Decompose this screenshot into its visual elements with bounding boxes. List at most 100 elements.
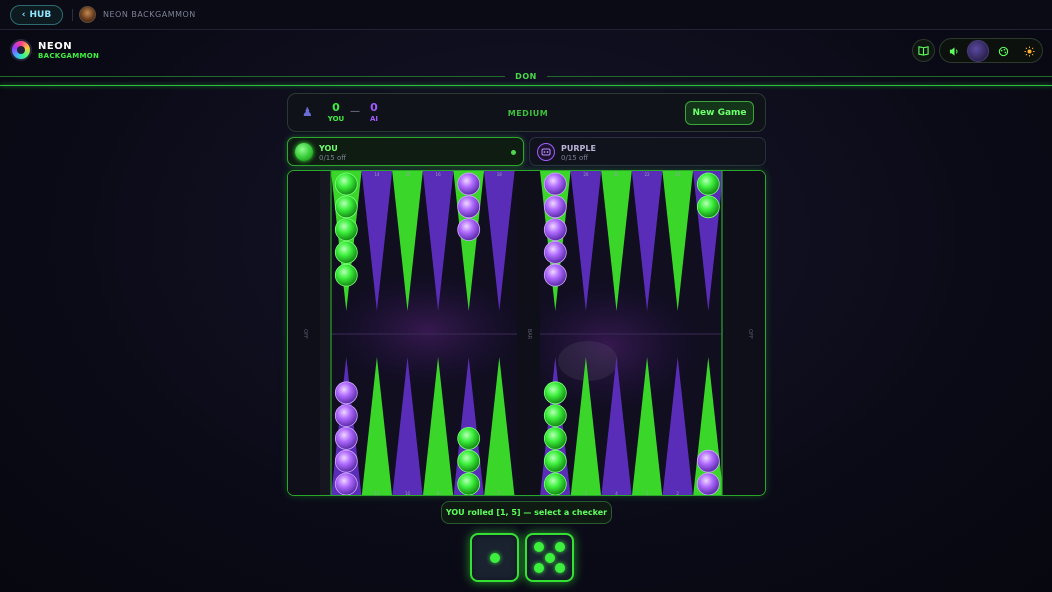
backgammon-board: 131214111510169178187196205214223232241 … xyxy=(287,170,766,496)
score-dash: — xyxy=(350,106,360,117)
green-checker[interactable] xyxy=(334,195,358,219)
status-message: YOU rolled [1, 5] — select a checker xyxy=(441,501,612,524)
sound-button[interactable] xyxy=(943,40,965,62)
active-turn-indicator xyxy=(511,150,516,155)
purple-checker[interactable] xyxy=(334,449,358,473)
green-checker[interactable] xyxy=(543,426,567,450)
point-number-bottom: 11 xyxy=(374,491,380,496)
ai-score-label: AI xyxy=(369,115,379,123)
point-number-bottom: 10 xyxy=(405,491,411,496)
you-score: 0 xyxy=(332,101,340,114)
green-checker[interactable] xyxy=(543,449,567,473)
point-number-top: 22 xyxy=(645,172,651,177)
board-canvas: 131214111510169178187196205214223232241 … xyxy=(288,171,766,496)
robot-avatar-icon xyxy=(537,143,555,161)
purple-checker[interactable] xyxy=(696,472,720,495)
purple-checker[interactable] xyxy=(457,218,481,241)
you-score-label: YOU xyxy=(327,115,345,123)
topbar-separator xyxy=(72,9,73,21)
die-pip xyxy=(534,542,545,553)
green-checker[interactable] xyxy=(457,449,481,473)
ai-off-count: 0/15 off xyxy=(561,154,589,162)
hub-back-button[interactable]: ‹ HUB xyxy=(10,5,63,25)
bar-label: BAR xyxy=(526,329,532,340)
green-checker[interactable] xyxy=(334,263,358,287)
ai-score: 0 xyxy=(370,101,378,114)
ai-name: PURPLE xyxy=(561,144,596,153)
green-checker[interactable] xyxy=(334,218,358,241)
point-number-bottom: 5 xyxy=(585,491,588,496)
top-bar: ‹ HUB NEON BACKGAMMON xyxy=(0,0,1052,30)
green-checker[interactable] xyxy=(334,172,358,196)
divider-line-left xyxy=(0,76,505,77)
purple-checker[interactable] xyxy=(543,218,567,241)
green-checker[interactable] xyxy=(457,426,481,450)
palette-icon xyxy=(998,46,1008,56)
die-2[interactable] xyxy=(525,533,574,582)
sun-icon xyxy=(1023,45,1035,57)
purple-checker[interactable] xyxy=(543,195,567,219)
green-checker[interactable] xyxy=(543,381,567,405)
off-label-left: OFF xyxy=(302,329,308,339)
header-green-rule xyxy=(0,85,1052,86)
purple-checker[interactable] xyxy=(543,241,567,264)
green-checker[interactable] xyxy=(696,172,720,196)
book-icon xyxy=(918,46,929,56)
die-pip xyxy=(554,562,565,573)
point-number-bottom: 7 xyxy=(498,491,501,496)
point-number-top: 20 xyxy=(583,172,589,177)
point-number-bottom: 2 xyxy=(676,491,679,496)
new-game-button[interactable]: New Game xyxy=(685,101,754,125)
game-thumbnail-icon xyxy=(79,6,96,23)
palette-button[interactable] xyxy=(992,40,1014,62)
purple-checker[interactable] xyxy=(457,172,481,196)
chess-pawn-icon: ♟ xyxy=(302,105,313,119)
you-off-count: 0/15 off xyxy=(319,154,347,162)
die-pip xyxy=(534,562,545,573)
point-number-top: 23 xyxy=(675,172,681,177)
purple-checker[interactable] xyxy=(543,172,567,196)
die-1[interactable] xyxy=(470,533,519,582)
green-checker[interactable] xyxy=(543,472,567,495)
purple-checker[interactable] xyxy=(334,472,358,495)
brand-subtitle: BACKGAMMON xyxy=(38,52,100,60)
purple-checker[interactable] xyxy=(696,449,720,473)
green-checker[interactable] xyxy=(696,195,720,219)
point-number-top: 18 xyxy=(497,172,503,177)
you-avatar-icon xyxy=(295,143,313,161)
header-controls-group xyxy=(939,38,1043,63)
off-tray-right[interactable] xyxy=(722,171,766,496)
point-number-bottom: 4 xyxy=(615,491,618,496)
player-card-you: YOU 0/15 off xyxy=(287,137,524,166)
score-panel: ♟ 0 YOU — 0 AI MEDIUM New Game xyxy=(287,93,766,132)
purple-checker[interactable] xyxy=(457,195,481,219)
brightness-button[interactable] xyxy=(1018,40,1040,62)
hub-button-label: HUB xyxy=(29,10,52,20)
point-number-top: 16 xyxy=(436,172,442,177)
chevron-left-icon: ‹ xyxy=(21,10,26,20)
die-pip xyxy=(489,552,500,563)
die-pip xyxy=(554,542,565,553)
rules-button[interactable] xyxy=(912,39,935,62)
purple-checker[interactable] xyxy=(334,426,358,450)
player-card-ai: PURPLE 0/15 off xyxy=(529,137,766,166)
theme-orb-button[interactable] xyxy=(967,40,989,62)
difficulty-label[interactable]: MEDIUM xyxy=(488,109,568,118)
brand-title: NEON xyxy=(38,41,73,52)
purple-checker[interactable] xyxy=(334,381,358,405)
point-number-top: 15 xyxy=(405,172,411,177)
die-pip xyxy=(544,552,555,563)
point-number-top: 14 xyxy=(374,172,380,177)
green-checker[interactable] xyxy=(457,472,481,495)
you-name: YOU xyxy=(319,144,338,153)
divider-label: DON xyxy=(515,72,537,81)
purple-checker[interactable] xyxy=(334,404,358,428)
point-number-top: 21 xyxy=(614,172,620,177)
sound-icon xyxy=(949,46,957,56)
green-checker[interactable] xyxy=(543,404,567,428)
purple-checker[interactable] xyxy=(543,263,567,287)
off-label-right: OFF xyxy=(747,329,753,339)
topbar-title: NEON BACKGAMMON xyxy=(103,10,196,19)
brand-logo-icon xyxy=(10,39,32,61)
green-checker[interactable] xyxy=(334,241,358,264)
